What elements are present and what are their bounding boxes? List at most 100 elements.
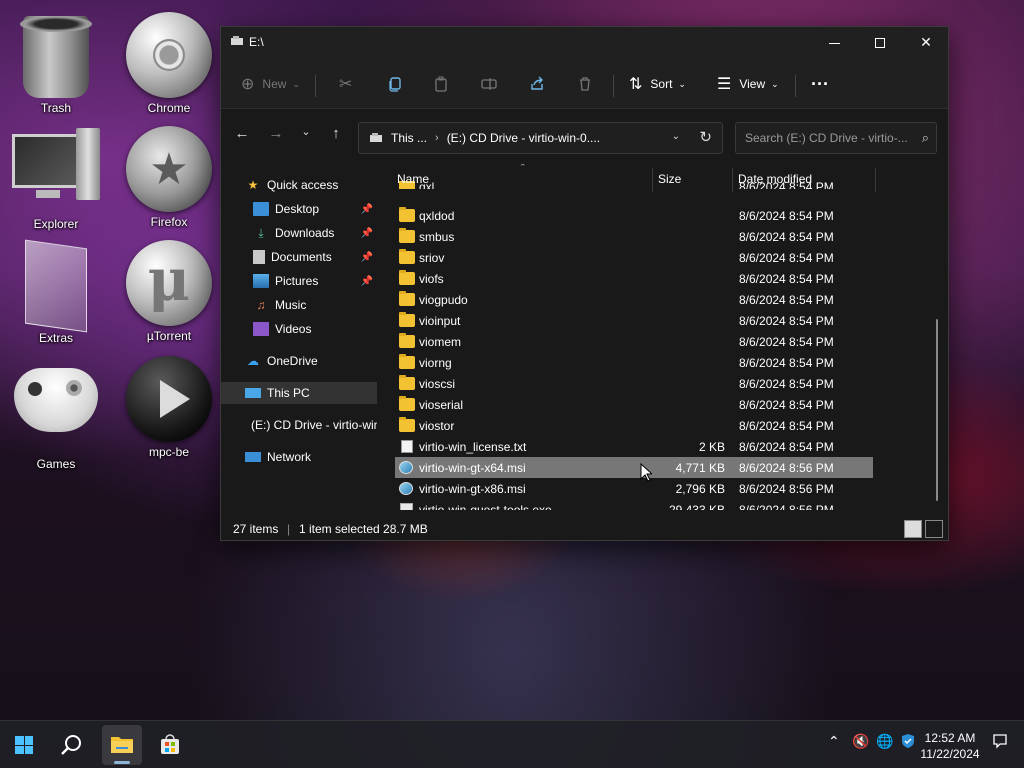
store-icon <box>161 734 179 754</box>
download-icon: ⤓ <box>258 226 264 240</box>
desktop-icon-explorer[interactable]: Explorer <box>6 128 106 231</box>
file-row[interactable]: virtio-win-gt-x86.msi 2,796 KB 8/6/2024 8:… <box>395 478 873 499</box>
file-row[interactable]: viorng 8/6/2024 8:54 PM <box>395 352 873 373</box>
new-button[interactable]: ⊕ New ⌄ <box>241 71 300 97</box>
nav-pictures[interactable]: Pictures 📌 <box>221 270 377 292</box>
gamepad-icon <box>12 368 100 456</box>
nav-label: (E:) CD Drive - virtio-win-0.1.262 <box>251 418 377 432</box>
search-button[interactable] <box>52 725 92 765</box>
start-button[interactable] <box>4 725 44 765</box>
file-row[interactable]: qxldod 8/6/2024 8:54 PM <box>395 205 873 226</box>
drive-icon <box>231 36 243 45</box>
chevron-down-icon[interactable]: ⌄ <box>672 131 680 142</box>
file-row[interactable]: virtio-win-gt-x64.msi 4,771 KB 8/6/2024 8:… <box>395 457 873 478</box>
music-icon: ♫ <box>256 298 266 312</box>
computer-icon <box>245 388 261 398</box>
cut-button[interactable]: ✂ <box>339 71 360 97</box>
system-clock[interactable]: 12:52 AM 11/22/2024 <box>916 730 984 762</box>
desktop-icon-label: µTorrent <box>146 329 192 343</box>
nav-desktop[interactable]: Desktop 📌 <box>221 198 377 220</box>
nav-onedrive[interactable]: ☁ OneDrive <box>221 350 377 372</box>
mouse-cursor-icon <box>640 463 652 482</box>
paste-button[interactable] <box>433 71 449 97</box>
maximize-button[interactable] <box>857 27 903 57</box>
copy-button[interactable] <box>387 71 403 97</box>
nav-quick-access[interactable]: ★ Quick access <box>221 174 377 196</box>
column-divider[interactable] <box>875 168 876 192</box>
file-row[interactable]: sriov 8/6/2024 8:54 PM <box>395 247 873 268</box>
desktop-icon-firefox[interactable]: Firefox <box>119 126 219 229</box>
file-name: virtio-win-guest-tools.exe <box>419 503 552 510</box>
desktop-icon-label: Trash <box>40 101 72 115</box>
file-size: 2,796 KB <box>675 482 725 496</box>
delete-button[interactable] <box>577 71 593 97</box>
desktop-icon-extras[interactable]: Extras <box>6 239 106 345</box>
close-button[interactable]: ✕ <box>903 27 949 57</box>
file-row[interactable]: viostor 8/6/2024 8:54 PM <box>395 415 873 436</box>
nav-cd-drive[interactable]: (E:) CD Drive - virtio-win-0.1.262 <box>221 414 377 436</box>
notification-icon[interactable] <box>992 733 1008 752</box>
details-view-button[interactable] <box>904 520 922 538</box>
file-explorer-taskbar-button[interactable] <box>102 725 142 765</box>
view-label: View <box>739 77 766 91</box>
large-icons-view-button[interactable] <box>925 520 943 538</box>
file-row[interactable]: smbus 8/6/2024 8:54 PM <box>395 226 873 247</box>
more-options-button[interactable]: ··· <box>811 71 829 97</box>
column-header-name[interactable]: Name <box>381 164 429 188</box>
search-input[interactable]: Search (E:) CD Drive - virtio-... ⌕ <box>735 122 937 154</box>
file-row[interactable]: vioscsi 8/6/2024 8:54 PM <box>395 373 873 394</box>
file-row[interactable]: viofs 8/6/2024 8:54 PM <box>395 268 873 289</box>
speaker-icon[interactable]: 🔇 <box>852 733 869 750</box>
rename-button[interactable] <box>481 71 497 97</box>
file-date: 8/6/2024 8:54 PM <box>739 356 834 370</box>
view-button[interactable]: ☰ View ⌄ <box>717 71 779 97</box>
breadcrumb-cd-drive[interactable]: (E:) CD Drive - virtio-win-0.... <box>447 131 600 145</box>
minimize-button[interactable] <box>811 27 857 57</box>
refresh-icon[interactable]: ↻ <box>699 128 712 146</box>
back-button[interactable]: ← <box>231 125 253 147</box>
file-row[interactable]: vioinput 8/6/2024 8:54 PM <box>395 310 873 331</box>
nav-downloads[interactable]: ⤓ Downloads 📌 <box>221 222 377 244</box>
file-row[interactable]: viogpudo 8/6/2024 8:54 PM <box>395 289 873 310</box>
nav-documents[interactable]: Documents 📌 <box>221 246 377 268</box>
chrome-icon <box>125 12 213 100</box>
file-date: 8/6/2024 8:54 PM <box>739 335 834 349</box>
nav-videos[interactable]: Videos <box>221 318 377 340</box>
store-button[interactable] <box>150 725 190 765</box>
desktop-icon-label: Explorer <box>33 217 79 231</box>
file-row[interactable]: vioserial 8/6/2024 8:54 PM <box>395 394 873 415</box>
address-bar[interactable]: This ... › (E:) CD Drive - virtio-win-0.… <box>358 122 723 154</box>
file-date: 8/6/2024 8:54 PM <box>739 230 834 244</box>
scrollbar[interactable] <box>936 319 938 501</box>
desktop-icon-label: mpc-be <box>148 445 189 459</box>
recent-locations-button[interactable]: ⌄ <box>295 125 317 147</box>
sort-button[interactable]: ⇅ Sort ⌄ <box>629 71 686 97</box>
file-row[interactable]: virtio-win-guest-tools.exe 29,433 KB 8/6/2… <box>395 499 873 510</box>
desktop-icon-games[interactable]: Games <box>6 356 106 471</box>
shield-icon[interactable] <box>900 733 916 752</box>
nav-this-pc[interactable]: This PC <box>221 382 377 404</box>
forward-button[interactable]: → <box>265 125 287 147</box>
nav-network[interactable]: Network <box>221 446 377 468</box>
desktop-icon-chrome[interactable]: Chrome <box>119 12 219 115</box>
network-globe-icon[interactable]: 🌐 <box>876 733 893 750</box>
file-row[interactable]: virtio-win_license.txt 2 KB 8/6/2024 8:54 … <box>395 436 873 457</box>
column-header-date[interactable]: Date modified <box>722 164 812 188</box>
chevron-up-icon[interactable]: ⌃ <box>828 733 840 750</box>
breadcrumb-this-pc[interactable]: This ... <box>391 131 427 145</box>
title-bar[interactable]: E:\ ✕ <box>221 27 948 57</box>
pin-icon: 📌 <box>360 227 373 239</box>
status-divider: | <box>287 522 291 536</box>
desktop-icon-utorrent[interactable]: µTorrent <box>119 240 219 343</box>
folder-icon <box>399 270 415 285</box>
desktop-icon-mpc-be[interactable]: mpc-be <box>119 356 219 459</box>
nav-music[interactable]: ♫ Music <box>221 294 377 316</box>
share-button[interactable] <box>529 71 545 97</box>
nav-label: Documents <box>271 250 332 264</box>
star-icon: ★ <box>247 178 259 192</box>
file-row[interactable]: viomem 8/6/2024 8:54 PM <box>395 331 873 352</box>
up-button[interactable]: ↑ <box>325 125 347 147</box>
column-header-size[interactable]: Size <box>642 164 681 188</box>
chevron-down-icon: ⌄ <box>678 78 686 89</box>
desktop-icon-trash[interactable]: Trash <box>6 12 106 115</box>
